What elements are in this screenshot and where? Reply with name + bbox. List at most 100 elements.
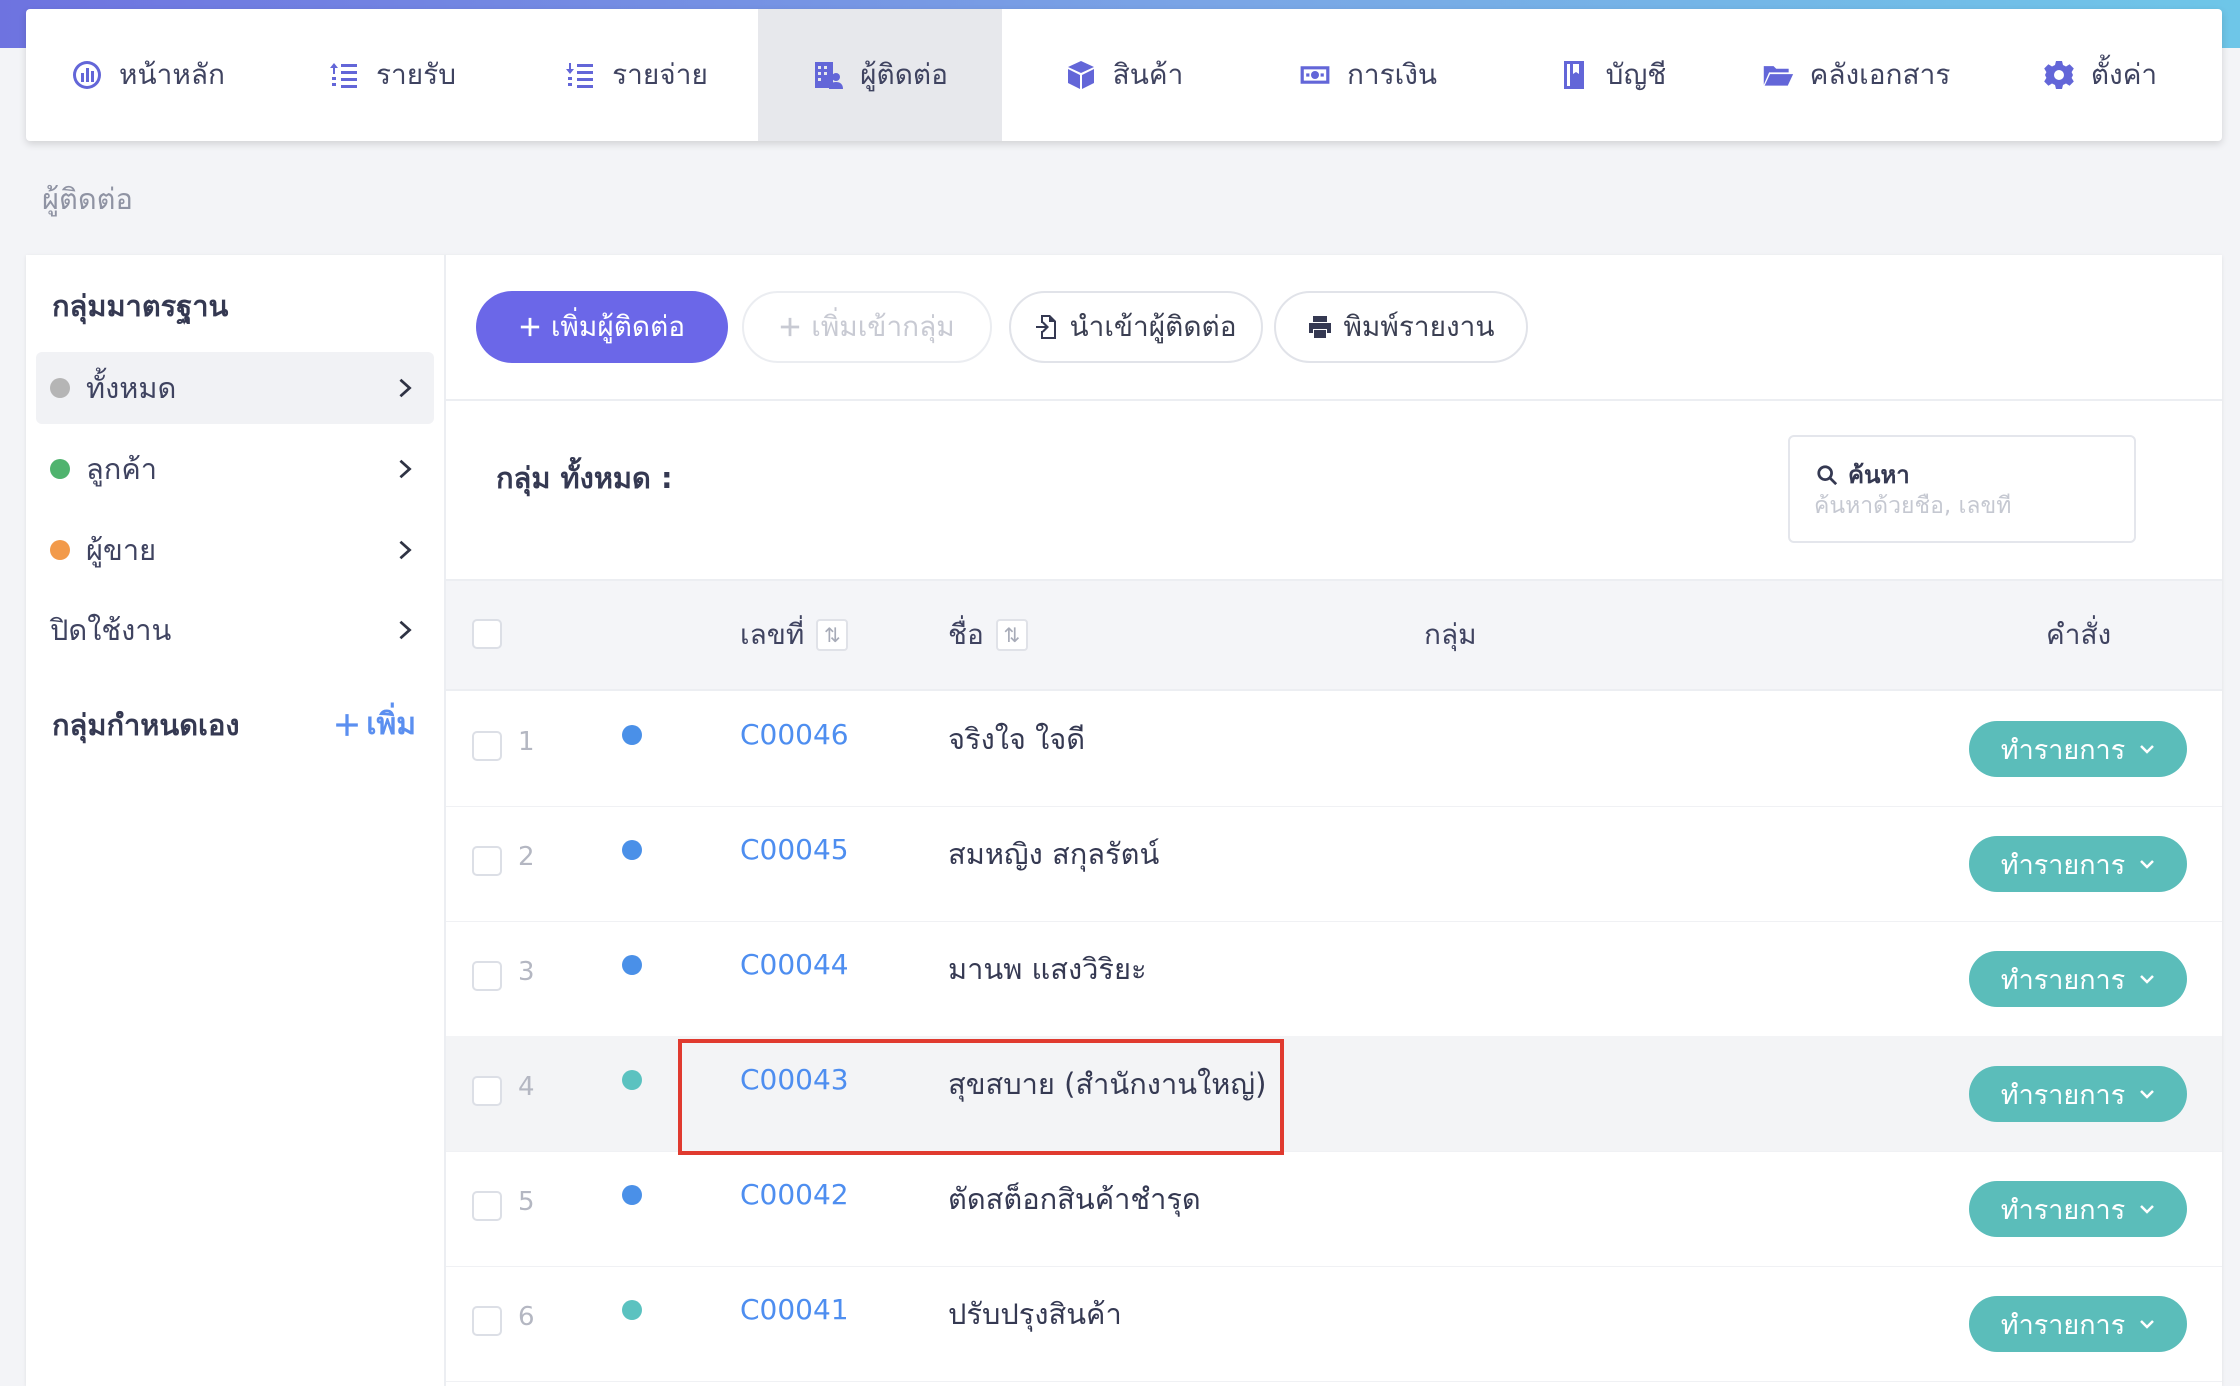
search-input[interactable]: [1814, 493, 2114, 519]
sidebar-item-label: ทั้งหมด: [86, 371, 177, 405]
nav-item-home[interactable]: หน้าหลัก: [26, 9, 270, 141]
import-contacts-button[interactable]: นำเข้าผู้ติดต่อ: [1009, 291, 1263, 363]
sidebar-item-vendors[interactable]: ผู้ขาย: [36, 514, 434, 586]
table-row: 6 C00041 ปรับปรุงสินค้า ทำรายการ: [446, 1266, 2222, 1382]
search-label-row: ค้นหา: [1816, 455, 1910, 494]
book-icon: [1563, 61, 1584, 89]
money-icon: [1300, 66, 1330, 84]
custom-groups-title: กลุ่มกำหนดเอง: [52, 708, 240, 742]
action-label: ทำรายการ: [2000, 1309, 2126, 1341]
row-index: 5: [518, 1187, 535, 1217]
nav-item-income[interactable]: รายรับ: [270, 9, 514, 141]
contact-code-link[interactable]: C00041: [740, 1293, 849, 1326]
action-dropdown-button[interactable]: ทำรายการ: [1969, 721, 2187, 777]
nav-item-products[interactable]: สินค้า: [1002, 9, 1246, 141]
nav-item-label: ผู้ติดต่อ: [860, 58, 948, 91]
sidebar-item-disabled[interactable]: ปิดใช้งาน: [36, 594, 434, 666]
action-dropdown-button[interactable]: ทำรายการ: [1969, 1066, 2187, 1122]
box-icon: [1067, 61, 1094, 89]
status-dot: [622, 955, 642, 975]
column-header-label: คำสั่ง: [2046, 618, 2112, 651]
contact-code-link[interactable]: C00044: [740, 948, 849, 981]
nav-item-settings[interactable]: ตั้งค่า: [1978, 9, 2222, 141]
search-label: ค้นหา: [1848, 461, 1910, 489]
row-index: 6: [518, 1302, 535, 1332]
row-checkbox[interactable]: [472, 731, 502, 761]
chevron-right-icon: [399, 378, 412, 398]
sort-icon[interactable]: ⇅: [995, 619, 1028, 651]
table-row: 5 C00042 ตัดสต็อกสินค้าชำรุด ทำรายการ: [446, 1151, 2222, 1267]
action-label: ทำรายการ: [2000, 1079, 2126, 1111]
contact-name: จริงใจ ใจดี: [948, 722, 1086, 756]
print-report-button[interactable]: พิมพ์รายงาน: [1274, 291, 1528, 363]
plus-icon: [336, 713, 359, 736]
column-header-code: เลขที่ ⇅: [740, 581, 849, 689]
action-dropdown-button[interactable]: ทำรายการ: [1969, 1296, 2187, 1352]
main-nav: หน้าหลัก รายรับ รายจ่าย ผู้ติดต่อ สินค้า…: [26, 9, 2222, 141]
status-dot: [50, 540, 70, 560]
income-list-icon: [330, 63, 357, 88]
contact-code-link[interactable]: C00046: [740, 718, 849, 751]
nav-item-documents[interactable]: คลังเอกสาร: [1734, 9, 1978, 141]
column-header-group: กลุ่ม: [1424, 581, 1477, 689]
row-index: 1: [518, 727, 535, 757]
row-checkbox[interactable]: [472, 1306, 502, 1336]
status-dot: [50, 378, 70, 398]
chevron-right-icon: [399, 620, 412, 640]
contact-name: ตัดสต็อกสินค้าชำรุด: [948, 1182, 1201, 1216]
folder-icon: [1763, 66, 1793, 86]
add-to-group-button[interactable]: เพิ่มเข้ากลุ่ม: [742, 291, 992, 363]
action-dropdown-button[interactable]: ทำรายการ: [1969, 836, 2187, 892]
nav-item-label: บัญชี: [1605, 58, 1667, 91]
action-label: ทำรายการ: [2000, 1194, 2126, 1226]
row-checkbox[interactable]: [472, 846, 502, 876]
action-dropdown-button[interactable]: ทำรายการ: [1969, 951, 2187, 1007]
add-group-button[interactable]: เพิ่ม: [334, 701, 416, 748]
row-checkbox[interactable]: [472, 961, 502, 991]
gear-icon: [2044, 61, 2074, 89]
sidebar-item-label: ลูกค้า: [86, 452, 158, 486]
highlight-annotation-box: [678, 1039, 1284, 1155]
chevron-right-icon: [399, 540, 412, 560]
nav-item-label: ตั้งค่า: [2090, 58, 2158, 91]
contact-name: มานพ แสงวิริยะ: [948, 952, 1147, 986]
contact-code-link[interactable]: C00045: [740, 833, 849, 866]
chevron-down-icon: [2140, 1205, 2155, 1214]
sidebar-item-label: ปิดใช้งาน: [50, 613, 172, 647]
row-checkbox[interactable]: [472, 1191, 502, 1221]
printer-icon: [1309, 316, 1332, 338]
column-header-name: ชื่อ ⇅: [948, 581, 1028, 689]
status-dot: [622, 1300, 642, 1320]
chevron-down-icon: [2140, 1320, 2155, 1329]
row-index: 2: [518, 842, 535, 872]
add-to-group-label: เพิ่มเข้ากลุ่ม: [811, 310, 955, 343]
expense-list-icon: [566, 63, 594, 88]
column-header-action: คำสั่ง: [2046, 581, 2111, 689]
nav-item-contacts[interactable]: ผู้ติดต่อ: [758, 9, 1002, 141]
breadcrumb: ผู้ติดต่อ: [42, 182, 133, 216]
nav-item-finance[interactable]: การเงิน: [1246, 9, 1490, 141]
add-contact-label: เพิ่มผู้ติดต่อ: [550, 310, 686, 343]
contact-code-link[interactable]: C00042: [740, 1178, 849, 1211]
nav-item-accounts[interactable]: บัญชี: [1490, 9, 1734, 141]
group-sidebar: กลุ่มมาตรฐาน ทั้งหมด ลูกค้า ผู้ขาย ปิดใช…: [26, 255, 446, 1386]
sidebar-item-all[interactable]: ทั้งหมด: [36, 352, 434, 424]
add-contact-button[interactable]: เพิ่มผู้ติดต่อ: [476, 291, 728, 363]
row-checkbox[interactable]: [472, 1076, 502, 1106]
nav-item-label: คลังเอกสาร: [1809, 58, 1951, 91]
select-all-checkbox[interactable]: [472, 619, 502, 649]
status-dot: [622, 1070, 642, 1090]
sort-icon[interactable]: ⇅: [816, 619, 849, 651]
search-icon: [1817, 464, 1838, 485]
nav-item-label: รายจ่าย: [612, 58, 708, 91]
nav-item-label: การเงิน: [1346, 58, 1438, 91]
dashboard-icon: [73, 61, 102, 89]
contact-name: สมหญิง สกุลรัตน์: [948, 837, 1160, 871]
nav-item-expense[interactable]: รายจ่าย: [514, 9, 758, 141]
chevron-down-icon: [2140, 1090, 2155, 1099]
file-import-icon: [1036, 315, 1057, 339]
plus-icon: [520, 317, 540, 337]
chevron-down-icon: [2140, 860, 2155, 869]
action-dropdown-button[interactable]: ทำรายการ: [1969, 1181, 2187, 1237]
sidebar-item-customers[interactable]: ลูกค้า: [36, 433, 434, 505]
